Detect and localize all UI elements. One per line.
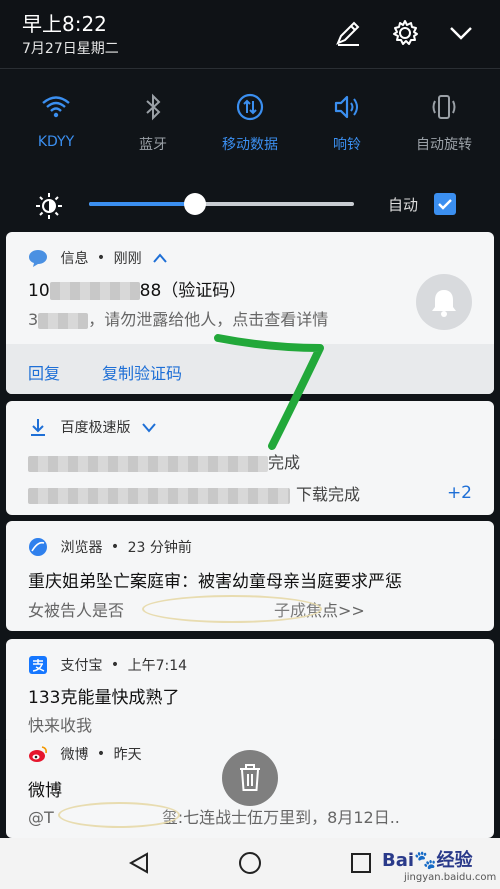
app-name: 信息 xyxy=(60,251,89,267)
home-icon[interactable] xyxy=(235,848,265,878)
trash-icon xyxy=(240,764,260,791)
wifi-icon xyxy=(42,96,70,118)
qs-wifi[interactable]: KDYY xyxy=(6,88,106,168)
watermark: Bai🐾经验 jingyan.baidu.com xyxy=(382,846,496,886)
message-body: 3 ，请勿泄露给他人，点击查看详情 xyxy=(28,306,328,330)
watermark-text: Bai🐾经验 xyxy=(382,850,473,871)
more-count[interactable]: +2 xyxy=(447,483,472,503)
notification-header: 微博 • 昨天 xyxy=(28,744,142,764)
message-actions: 回复 复制验证码 xyxy=(6,344,494,394)
redaction-ellipse xyxy=(58,802,180,828)
message-body-end: ，请勿泄露给他人，点击查看详情 xyxy=(88,310,329,329)
date: 7月27日星期二 xyxy=(22,41,119,57)
app-name: 浏览器 xyxy=(60,540,103,556)
redaction-ellipse xyxy=(142,595,322,623)
qs-bluetooth[interactable]: 蓝牙 xyxy=(103,88,203,168)
qs-auto-rotate[interactable]: 自动旋转 xyxy=(394,88,494,168)
status-bar: 早上8:22 7月27日星期二 xyxy=(0,0,500,70)
baidu-line-1: 完成 xyxy=(28,449,300,473)
brightness-icon xyxy=(36,193,62,219)
mobile-data-icon xyxy=(236,93,264,121)
chevron-down-icon[interactable] xyxy=(141,421,157,433)
navigation-bar: Bai🐾经验 jingyan.baidu.com xyxy=(0,838,500,889)
baidu-line-2-end: 下载完成 xyxy=(296,485,361,504)
app-name: 支付宝 xyxy=(60,658,103,674)
redacted-filename xyxy=(28,487,290,504)
alipay-icon xyxy=(29,656,47,674)
alipay-title: 133克能量快成熟了 xyxy=(28,688,180,708)
app-name: 百度极速版 xyxy=(60,420,131,436)
notification-alipay[interactable]: 支付宝 • 上午7:14 133克能量快成熟了 快来收我 xyxy=(6,639,494,745)
notification-time: 昨天 xyxy=(113,747,142,763)
notification-time: 上午7:14 xyxy=(127,658,188,674)
download-icon xyxy=(31,419,45,436)
separator: • xyxy=(110,539,120,555)
bell-button[interactable] xyxy=(416,274,472,330)
redacted-code xyxy=(38,312,89,329)
notification-baidu[interactable]: 百度极速版 完成 下载完成 +2 xyxy=(6,401,494,515)
browser-body-start: 女被告人是否 xyxy=(28,601,125,620)
message-title-end: 88（验证码） xyxy=(139,281,247,301)
message-body-start: 3 xyxy=(28,310,39,329)
baidu-line-2: 下载完成 xyxy=(28,481,360,505)
reply-button[interactable]: 回复 xyxy=(28,360,60,384)
brightness-row: 自动 xyxy=(0,185,500,225)
clear-all-button[interactable] xyxy=(222,750,278,806)
separator: • xyxy=(110,657,120,673)
redacted-number xyxy=(49,282,140,300)
copy-code-button[interactable]: 复制验证码 xyxy=(102,360,182,384)
message-title: 10 88（验证码） xyxy=(28,276,246,301)
message-title-start: 10 xyxy=(28,281,50,301)
auto-brightness-checkbox[interactable] xyxy=(434,193,456,215)
notification-header: 支付宝 • 上午7:14 xyxy=(28,655,187,675)
auto-brightness-label: 自动 xyxy=(388,196,419,214)
separator: • xyxy=(96,746,106,762)
qs-mobile-data[interactable]: 移动数据 xyxy=(200,88,300,168)
check-icon xyxy=(438,199,452,210)
qs-bluetooth-label: 蓝牙 xyxy=(139,137,167,153)
clock: 早上8:22 xyxy=(22,12,107,36)
notification-header: 信息 • 刚刚 xyxy=(28,248,168,268)
baidu-line-1-end: 完成 xyxy=(268,453,301,472)
back-icon[interactable] xyxy=(125,848,155,878)
brightness-slider[interactable] xyxy=(89,202,354,206)
auto-rotate-icon xyxy=(432,95,456,119)
brightness-thumb[interactable] xyxy=(184,193,206,215)
divider xyxy=(0,68,500,69)
qs-wifi-label: KDYY xyxy=(37,134,75,150)
watermark-url: jingyan.baidu.com xyxy=(404,872,497,883)
brightness-fill xyxy=(89,202,195,206)
app-name: 微博 xyxy=(60,747,89,763)
gear-icon[interactable] xyxy=(390,18,420,48)
alipay-body: 快来收我 xyxy=(28,716,93,735)
weibo-icon xyxy=(29,746,47,762)
weibo-body-start: @T xyxy=(28,808,54,827)
ring-icon xyxy=(334,95,358,119)
bluetooth-icon xyxy=(146,93,161,121)
qs-auto-rotate-label: 自动旋转 xyxy=(416,137,472,153)
browser-icon xyxy=(29,538,47,556)
redacted-filename xyxy=(28,455,268,472)
message-app-icon xyxy=(29,250,47,267)
weibo-body-end: 玺:七连战士伍万里到，8月12日.. xyxy=(161,808,400,827)
browser-title: 重庆姐弟坠亡案庭审：被害幼童母亲当庭要求严惩 xyxy=(28,572,402,592)
notification-time: 刚刚 xyxy=(113,251,142,267)
edit-icon[interactable] xyxy=(333,18,363,48)
bell-icon xyxy=(432,290,456,317)
qs-ring[interactable]: 响铃 xyxy=(297,88,397,168)
qs-ring-label: 响铃 xyxy=(333,137,361,153)
notification-header: 浏览器 • 23 分钟前 xyxy=(28,537,192,557)
chevron-up-icon[interactable] xyxy=(152,252,168,264)
qs-mobile-data-label: 移动数据 xyxy=(222,137,278,153)
weibo-title: 微博 xyxy=(28,781,62,801)
notification-browser[interactable]: 浏览器 • 23 分钟前 重庆姐弟坠亡案庭审：被害幼童母亲当庭要求严惩 女被告人… xyxy=(6,521,494,631)
notification-header: 百度极速版 xyxy=(28,417,157,437)
chevron-down-icon[interactable] xyxy=(446,18,476,48)
notification-time: 23 分钟前 xyxy=(127,540,192,556)
recents-icon[interactable] xyxy=(346,848,376,878)
separator: • xyxy=(96,250,106,266)
notification-message[interactable]: 信息 • 刚刚 10 88（验证码） 3 ，请勿泄露给他人，点击查看详情 回复 复制… xyxy=(6,232,494,394)
